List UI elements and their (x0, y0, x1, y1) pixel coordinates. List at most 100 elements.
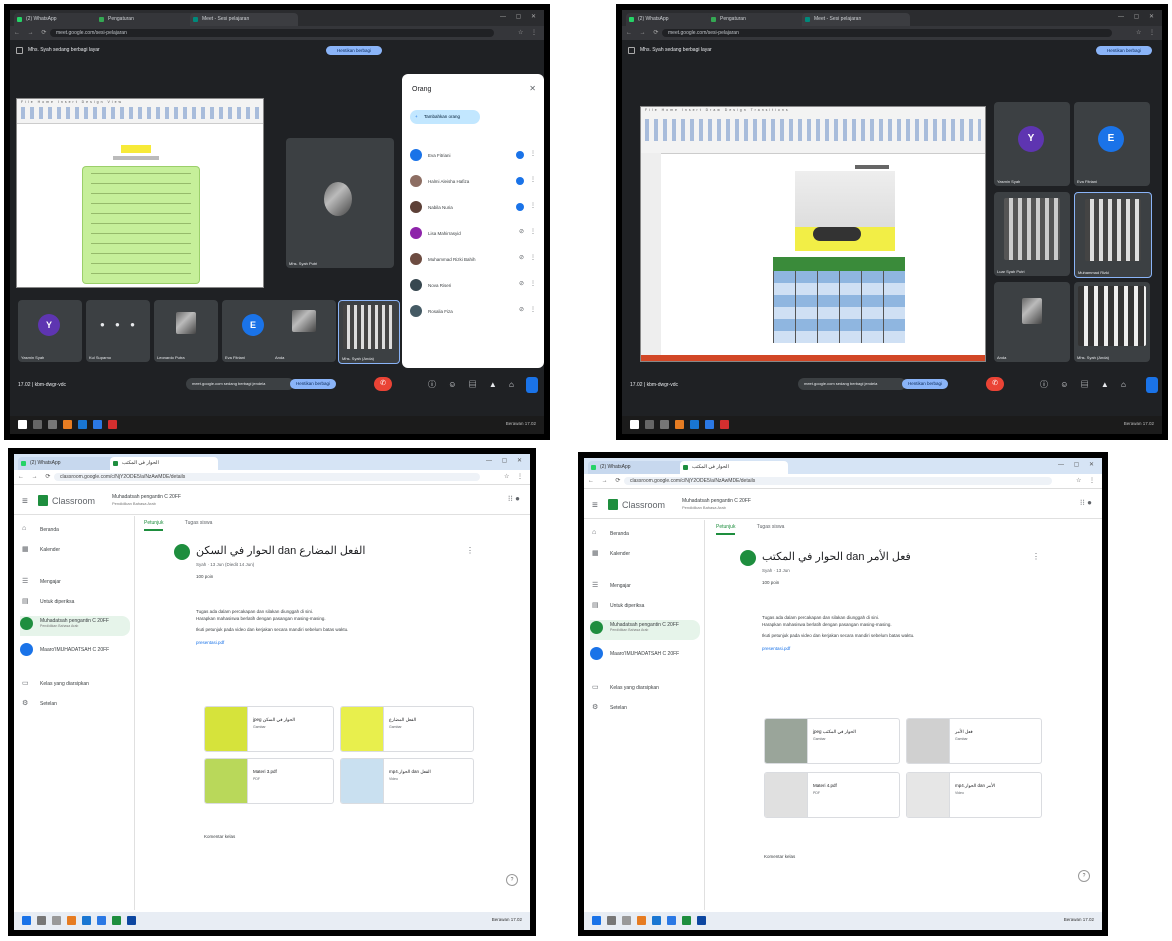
stop-sharing-button[interactable]: Hentikan berbagi (290, 379, 336, 389)
nav-buttons[interactable]: ← → ⟳ (18, 473, 53, 480)
tab-settings[interactable]: Pengaturan (708, 13, 812, 26)
taskbar-icons[interactable] (630, 420, 735, 434)
self-tile[interactable]: Mhs. Syah (Anda) (338, 300, 400, 364)
participant-row[interactable]: Halmi Aleisha Hafiza ⋮ (410, 172, 538, 192)
window-controls[interactable]: — ▢ ✕ (1118, 13, 1158, 20)
apps-and-avatar-icons[interactable]: ⁝⁝ ● (1080, 498, 1092, 507)
nav-calendar[interactable]: ▦ Kalender (590, 546, 700, 562)
nav-course[interactable]: Maaro'IMUHADATSAH C 20FF (590, 646, 700, 662)
end-call-button[interactable]: ✆ (374, 377, 392, 391)
more-options-icon[interactable]: ⋮ (530, 150, 536, 157)
participant-row[interactable]: Muhammad Rizki Bahih ⊘ ⋮ (410, 250, 538, 270)
taskbar-icons[interactable] (592, 916, 712, 930)
window-controls[interactable]: — ▢ ✕ (486, 457, 526, 464)
class-comments[interactable]: Komentar kelas (764, 854, 795, 859)
attachment-card[interactable]: mp4.الحوار dan الفعل Video (340, 758, 474, 804)
more-options-icon[interactable]: ⋮ (530, 306, 536, 313)
attachment-card[interactable]: jpeg الحوار في السكن Gambar (204, 706, 334, 752)
tab-whatsapp[interactable]: (2) WhatsApp (14, 13, 106, 26)
course-breadcrumb[interactable]: Muhadatsah pengantin C 20FF Pendidikan Ba… (112, 494, 181, 506)
extensions-icons[interactable]: ☆ ⋮ (518, 29, 540, 36)
url-field[interactable]: classroom.google.com/c/NjY2ODE5/a/NzAwMD… (54, 473, 480, 481)
extensions-icons[interactable]: ☆ ⋮ (504, 473, 526, 480)
tab-whatsapp[interactable]: (2) WhatsApp (588, 461, 690, 474)
more-options-icon[interactable]: ⋮ (530, 228, 536, 235)
nav-settings[interactable]: ⚙ Setelan (20, 696, 130, 712)
more-options-icon[interactable]: ⋮ (530, 176, 536, 183)
participant-tile[interactable]: Anda (994, 282, 1070, 362)
more-options-icon[interactable]: ⋮ (530, 202, 536, 209)
participant-row[interactable]: Nabila Nuria ⋮ (410, 198, 538, 218)
participant-tile[interactable]: Anda (272, 300, 336, 362)
tab-assignment[interactable]: الحوار في المكتب (680, 461, 788, 474)
tab-whatsapp[interactable]: (2) WhatsApp (18, 457, 120, 470)
attachment-card[interactable]: الفعل المضارع Gambar (340, 706, 474, 752)
more-options-icon[interactable]: ⋮ (1032, 552, 1040, 561)
nav-to-review[interactable]: ▤ Untuk diperiksa (20, 594, 130, 610)
nav-home[interactable]: ⌂ Beranda (590, 526, 700, 542)
attachment-card[interactable]: فعل الأمر Gambar (906, 718, 1042, 764)
classroom-brand[interactable]: Classroom (622, 500, 665, 510)
nav-teaching[interactable]: ☰ Mengajar (20, 574, 130, 590)
more-options-icon[interactable]: ⋮ (530, 254, 536, 261)
attachment-card[interactable]: jpeg الحوار في المكتب Gambar (764, 718, 900, 764)
participant-row[interactable]: Eva Fitriani ⋮ (410, 146, 538, 166)
course-breadcrumb[interactable]: Muhadatsah pengantin C 20FF Pendidikan Ba… (682, 498, 751, 510)
window-controls[interactable]: — ▢ ✕ (1058, 461, 1098, 468)
instruction-link[interactable]: presentasi.pdf (762, 645, 1040, 652)
extensions-icons[interactable]: ☆ ⋮ (1076, 477, 1098, 484)
help-button[interactable]: ? (506, 874, 518, 886)
participant-tile[interactable]: E Eva Fitriani (1074, 102, 1150, 186)
nav-buttons[interactable]: ← → ⟳ (588, 477, 623, 484)
participant-row[interactable]: Lisa Mahirrasyid ⊘ ⋮ (410, 224, 538, 244)
tab-meet[interactable]: Meet - Sesi pelajaran (190, 13, 298, 26)
nav-archived[interactable]: ▭ Kelas yang diarsipkan (20, 676, 130, 692)
classroom-brand[interactable]: Classroom (52, 496, 95, 506)
activities-button[interactable] (526, 377, 538, 393)
participant-row[interactable]: Rosalia Fiza ⊘ ⋮ (410, 302, 538, 322)
attachment-card[interactable]: Materi 3.pdf PDF (204, 758, 334, 804)
participant-row[interactable]: Nova Riseri ⊘ ⋮ (410, 276, 538, 296)
tab-whatsapp[interactable]: (2) WhatsApp (626, 13, 718, 26)
url-field[interactable]: classroom.google.com/c/NjY2ODE5/a/NzAwMD… (624, 477, 1052, 485)
nav-course-selected[interactable]: Muhadatsah pengantin C 20FF Pendidikan Ba… (590, 620, 700, 640)
participant-tile[interactable]: Leonardo Putra (154, 300, 218, 362)
tab-instructions[interactable]: Petunjuk (716, 524, 736, 535)
close-icon[interactable]: ✕ (529, 84, 536, 93)
participant-tile[interactable]: ● ● ● Kul Suparno (86, 300, 150, 362)
activities-button[interactable] (1146, 377, 1158, 393)
nav-archived[interactable]: ▭ Kelas yang diarsipkan (590, 680, 700, 696)
more-options-icon[interactable]: ⋮ (530, 280, 536, 287)
tab-meet[interactable]: Meet - Sesi pelajaran (802, 13, 910, 26)
nav-home[interactable]: ⌂ Beranda (20, 522, 130, 538)
stop-sharing-button[interactable]: Hentikan berbagi (902, 379, 948, 389)
attachment-card[interactable]: mp4.الحوار dan الأمر Video (906, 772, 1042, 818)
self-tile[interactable]: Mhs. Syah (Anda) (1074, 282, 1150, 362)
nav-teaching[interactable]: ☰ Mengajar (590, 578, 700, 594)
nav-course[interactable]: Maaro'IMUHADATSAH C 20FF (20, 642, 130, 658)
nav-course-selected[interactable]: Muhadatsah pengantin C 20FF Pendidikan Ba… (20, 616, 130, 636)
nav-calendar[interactable]: ▦ Kalender (20, 542, 130, 558)
stop-presenting-button[interactable]: Hentikan berbagi (326, 46, 382, 55)
url-field[interactable]: meet.google.com/sesi-pelajaran (662, 29, 1112, 37)
window-controls[interactable]: — ▢ ✕ (500, 13, 540, 20)
tab-student-work[interactable]: Tugas siswa (185, 520, 213, 526)
extensions-icons[interactable]: ☆ ⋮ (1136, 29, 1158, 36)
add-people-button[interactable]: + Tambahkan orang (410, 110, 480, 124)
presenter-tile[interactable]: Mhs. Syah Putri (286, 138, 394, 268)
meeting-tools-icons[interactable]: ⓘ ☺ ▤ ▲ ⌂ (1040, 379, 1131, 390)
participant-tile[interactable]: Y Yasmin Syah (994, 102, 1070, 186)
participant-tile[interactable]: Muhammad Rizki (1074, 192, 1152, 278)
meeting-tools-icons[interactable]: ⓘ ☺ ▤ ▲ ⌂ (428, 379, 519, 390)
tab-assignment[interactable]: الحوار في المكتب (110, 457, 218, 470)
help-button[interactable]: ? (1078, 870, 1090, 882)
class-comments[interactable]: Komentar kelas (204, 834, 235, 839)
tab-student-work[interactable]: Tugas siswa (757, 524, 785, 530)
nav-settings[interactable]: ⚙ Setelan (590, 700, 700, 716)
taskbar-icons[interactable] (22, 916, 142, 930)
tab-settings[interactable]: Pengaturan (96, 13, 200, 26)
menu-icon[interactable]: ≡ (22, 496, 28, 507)
participant-tile[interactable]: Y Yasmin Syah (18, 300, 82, 362)
end-call-button[interactable]: ✆ (986, 377, 1004, 391)
presenting-chip[interactable]: meet.google.com sedang berbagi jendela (798, 378, 906, 390)
